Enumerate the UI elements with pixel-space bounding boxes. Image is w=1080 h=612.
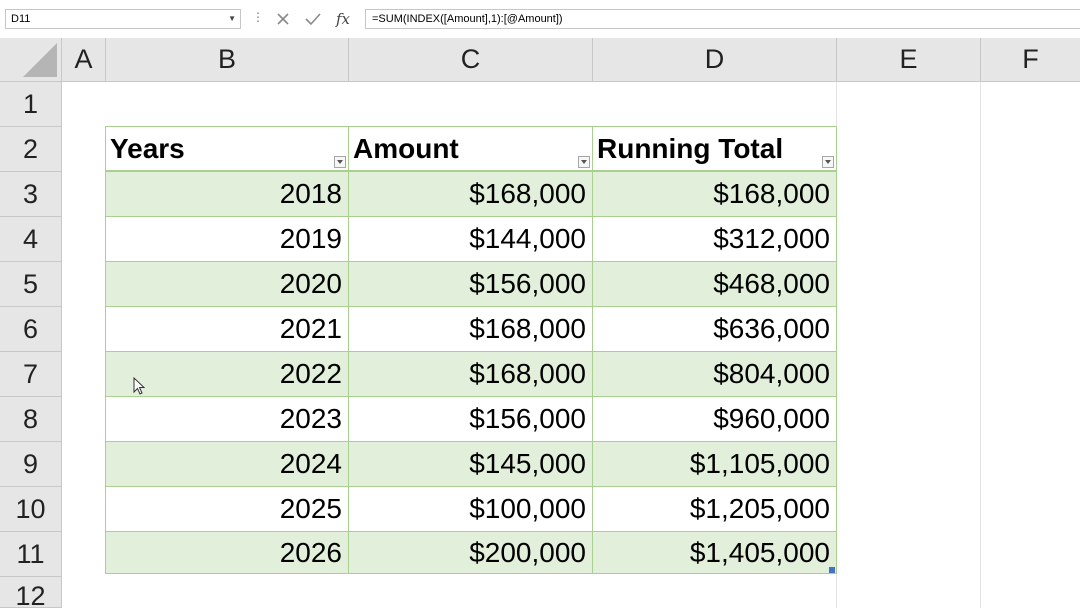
table-cell[interactable]: $1,205,000 (593, 487, 837, 532)
table-cell[interactable]: $804,000 (593, 352, 837, 397)
name-box[interactable]: D11 ▼ (5, 9, 241, 29)
filter-dropdown-icon[interactable] (578, 156, 590, 168)
column-header-c[interactable]: C (349, 38, 593, 82)
row-header-9[interactable]: 9 (0, 442, 62, 487)
table-cell[interactable]: $1,105,000 (593, 442, 837, 487)
row-header-4[interactable]: 4 (0, 217, 62, 262)
table-cell[interactable]: $960,000 (593, 397, 837, 442)
filter-dropdown-icon[interactable] (822, 156, 834, 168)
table-header-running-total[interactable]: Running Total (593, 126, 837, 172)
chevron-down-icon[interactable]: ▼ (228, 10, 236, 28)
table-cell[interactable]: $168,000 (593, 172, 837, 217)
table-cell[interactable]: $144,000 (349, 217, 593, 262)
table-header-amount[interactable]: Amount (349, 126, 593, 172)
row-header-2[interactable]: 2 (0, 127, 62, 172)
table-cell[interactable]: 2018 (105, 172, 349, 217)
name-box-value: D11 (11, 13, 31, 25)
row-header-11[interactable]: 11 (0, 532, 62, 577)
table-header-years[interactable]: Years (105, 126, 349, 172)
filter-dropdown-icon[interactable] (334, 156, 346, 168)
table-cell[interactable]: 2021 (105, 307, 349, 352)
close-icon[interactable] (271, 9, 295, 29)
header-label: Amount (353, 132, 459, 164)
fx-icon[interactable]: fx (331, 9, 355, 29)
table-cell[interactable]: $145,000 (349, 442, 593, 487)
table-cell[interactable]: 2025 (105, 487, 349, 532)
more-options-icon[interactable]: ⋮ (252, 10, 264, 24)
table-cell[interactable]: 2020 (105, 262, 349, 307)
row-header-1[interactable]: 1 (0, 82, 62, 127)
table-cell[interactable]: 2023 (105, 397, 349, 442)
column-header-e[interactable]: E (837, 38, 981, 82)
table-cell[interactable]: 2024 (105, 442, 349, 487)
column-header-a[interactable]: A (62, 38, 106, 82)
row-header-10[interactable]: 10 (0, 487, 62, 532)
row-header-7[interactable]: 7 (0, 352, 62, 397)
header-label: Years (110, 132, 185, 164)
table-cell[interactable]: $200,000 (349, 532, 593, 574)
table-cell[interactable]: $168,000 (349, 172, 593, 217)
table-cell[interactable]: $100,000 (349, 487, 593, 532)
row-header-8[interactable]: 8 (0, 397, 62, 442)
table-cell[interactable]: $168,000 (349, 307, 593, 352)
table-cell[interactable]: $636,000 (593, 307, 837, 352)
row-header-5[interactable]: 5 (0, 262, 62, 307)
column-header-b[interactable]: B (106, 38, 349, 82)
table-cell[interactable]: $468,000 (593, 262, 837, 307)
column-header-d[interactable]: D (593, 38, 837, 82)
row-header-3[interactable]: 3 (0, 172, 62, 217)
gridline (980, 82, 981, 608)
table-cell[interactable]: $168,000 (349, 352, 593, 397)
mouse-pointer-icon (133, 376, 146, 400)
row-header-6[interactable]: 6 (0, 307, 62, 352)
selected-cell-d11[interactable]: $1,405,000 (593, 532, 837, 574)
table-cell[interactable]: 2019 (105, 217, 349, 262)
formula-buttons: fx (267, 9, 359, 29)
table-cell[interactable]: $312,000 (593, 217, 837, 262)
header-label: Running Total (597, 132, 784, 164)
formula-input[interactable]: =SUM(INDEX([Amount],1):[@Amount]) (365, 9, 1080, 29)
row-header-12[interactable]: 12 (0, 577, 62, 611)
table-cell[interactable]: 2026 (105, 532, 349, 574)
select-all-icon (23, 43, 57, 77)
table-cell[interactable]: $156,000 (349, 397, 593, 442)
table-cell[interactable]: $156,000 (349, 262, 593, 307)
table-resize-handle[interactable] (829, 567, 835, 573)
column-header-f[interactable]: F (981, 38, 1080, 82)
formula-bar: D11 ▼ ⋮ fx =SUM(INDEX([Amount],1):[@Amou… (0, 0, 1080, 39)
check-icon[interactable] (301, 9, 325, 29)
select-all-corner[interactable] (0, 38, 62, 82)
